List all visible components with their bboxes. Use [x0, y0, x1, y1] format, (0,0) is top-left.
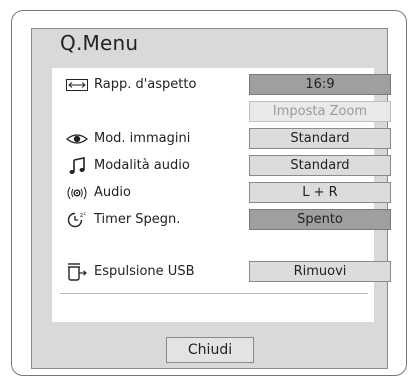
- divider: [60, 293, 368, 294]
- usb-eject-icon: [64, 261, 90, 283]
- sleep-timer-value[interactable]: Spento: [249, 209, 391, 230]
- aspect-ratio-icon: [64, 74, 90, 96]
- picture-mode-value[interactable]: Standard: [249, 128, 391, 149]
- music-note-icon: [64, 155, 90, 177]
- row-label: Modalità audio: [94, 158, 190, 173]
- aspect-ratio-value[interactable]: 16:9: [249, 74, 391, 95]
- audio-value[interactable]: L + R: [249, 182, 391, 203]
- sound-mode-value[interactable]: Standard: [249, 155, 391, 176]
- audio-icon: [64, 182, 90, 204]
- row-label: Rapp. d'aspetto: [94, 77, 197, 92]
- usb-eject-value[interactable]: Rimuovi: [249, 261, 391, 282]
- menu-content: Rapp. d'aspetto 16:9 Imposta Zoom Mod. i…: [52, 68, 391, 322]
- close-button[interactable]: Chiudi: [166, 337, 254, 363]
- sleep-timer-icon: z z: [64, 209, 90, 231]
- zoom-setting-value[interactable]: Imposta Zoom: [249, 101, 391, 122]
- row-label: Mod. immagini: [94, 131, 191, 146]
- row-label: Audio: [94, 185, 131, 200]
- row-label: Espulsione USB: [94, 264, 195, 279]
- svg-text:z: z: [84, 211, 86, 216]
- qmenu-panel: Q.Menu Rapp. d'aspetto 16:9 Imposta Zoom: [31, 28, 391, 369]
- eye-icon: [64, 128, 90, 150]
- row-label: Timer Spegn.: [94, 212, 181, 227]
- menu-title: Q.Menu: [60, 31, 139, 55]
